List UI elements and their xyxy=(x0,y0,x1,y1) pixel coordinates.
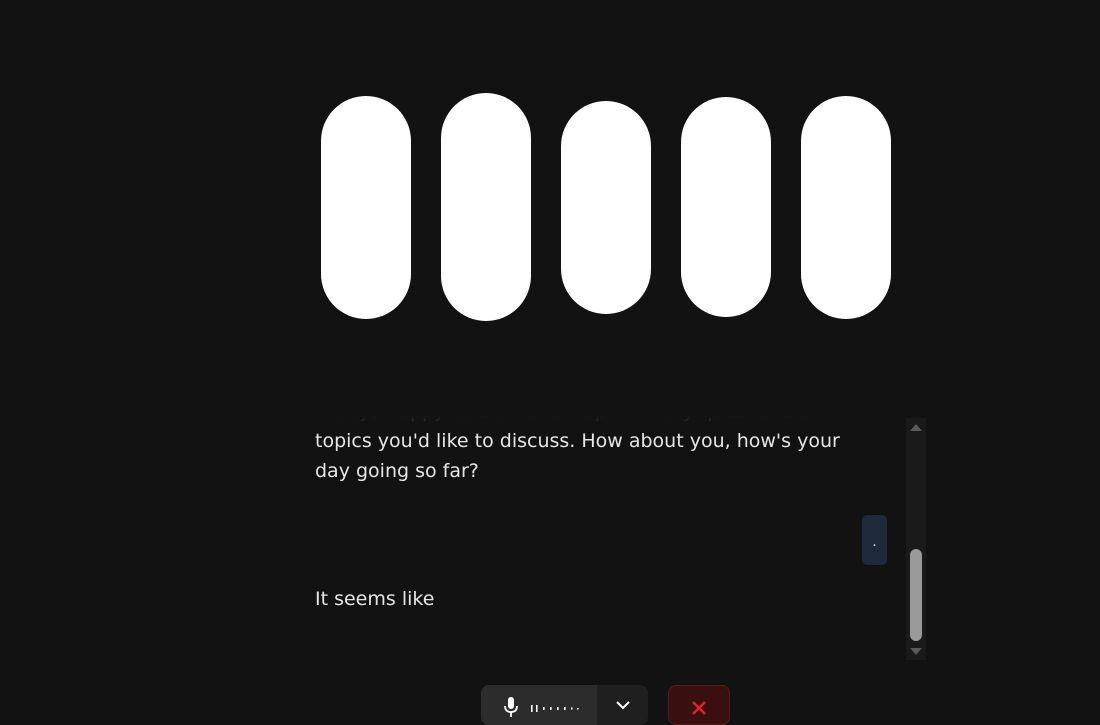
assistant-message: It seems like xyxy=(315,588,435,610)
chat-transcript: always happy to chat and help with any q… xyxy=(312,416,902,660)
microphone-icon xyxy=(504,697,518,717)
user-message: . xyxy=(862,515,887,565)
audio-visualizer xyxy=(0,0,1100,400)
mic-control-group xyxy=(481,685,648,725)
visualizer-bar xyxy=(441,93,531,321)
visualizer-bar xyxy=(561,101,651,314)
transcript-fade xyxy=(312,416,902,432)
audio-device-menu-button[interactable] xyxy=(598,685,648,725)
scroll-thumb[interactable] xyxy=(910,549,922,641)
audio-level-meter xyxy=(531,705,579,712)
end-call-button[interactable] xyxy=(668,685,730,725)
visualizer-bar xyxy=(801,96,891,319)
chevron-down-icon xyxy=(616,701,630,710)
scroll-up-arrow-icon[interactable] xyxy=(910,424,922,431)
visualizer-bar xyxy=(681,97,771,317)
scroll-down-arrow-icon[interactable] xyxy=(910,648,922,655)
transcript-scrollbar[interactable] xyxy=(906,418,926,660)
close-icon xyxy=(692,701,706,715)
visualizer-bar xyxy=(321,96,411,319)
mute-microphone-button[interactable] xyxy=(481,685,597,725)
